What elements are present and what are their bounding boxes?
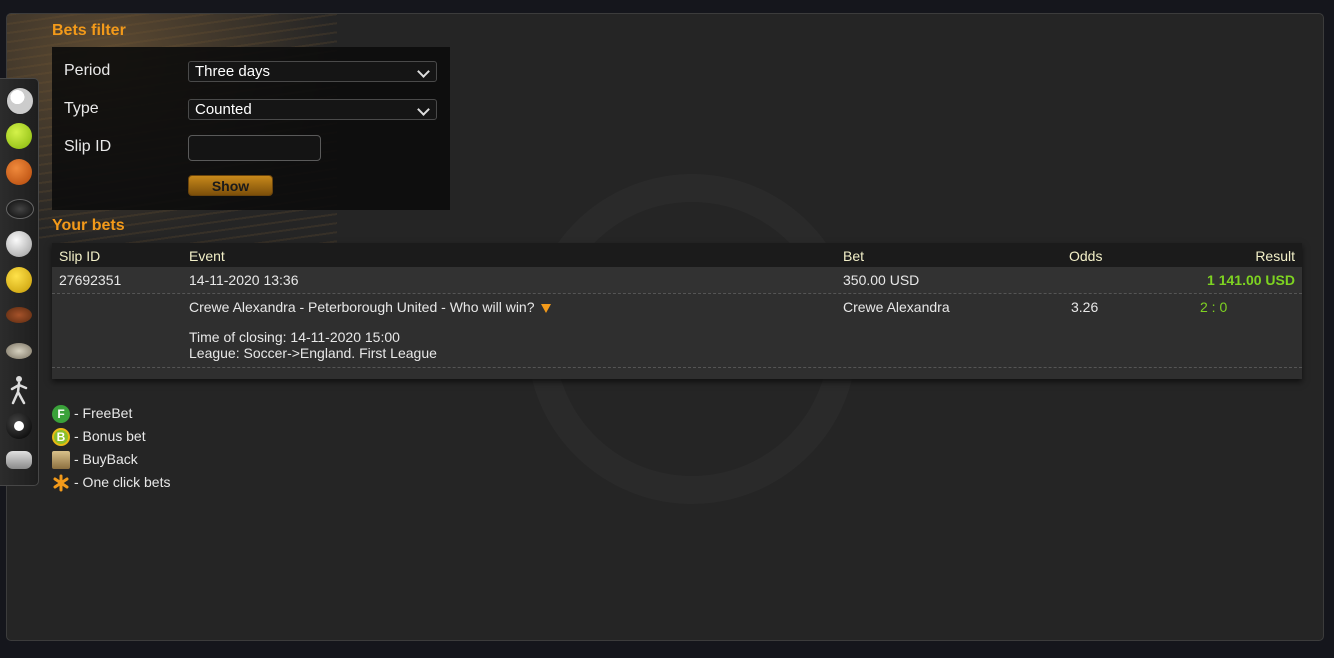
bets-table: Slip ID Event Bet Odds Result 27692351 1… xyxy=(52,243,1302,379)
period-label: Period xyxy=(64,62,111,79)
slip-id-input[interactable] xyxy=(188,135,321,161)
rugby-icon[interactable] xyxy=(6,343,32,359)
legend-buyback: - BuyBack xyxy=(52,449,138,470)
legend-freebet: F- FreeBet xyxy=(52,403,133,424)
soccer-icon[interactable] xyxy=(6,87,34,115)
bet-odds: 3.26 xyxy=(1071,299,1099,315)
league-info: League: Soccer->England. First League xyxy=(189,345,437,361)
column-result: Result xyxy=(1255,248,1295,264)
bet-date: 14-11-2020 13:36 xyxy=(189,272,299,288)
legend-label: - One click bets xyxy=(74,474,171,490)
expand-triangle-icon[interactable] xyxy=(540,303,551,313)
water-polo-icon[interactable] xyxy=(6,267,32,293)
bet-selection: Crewe Alexandra xyxy=(843,299,950,315)
volleyball-icon[interactable] xyxy=(6,231,32,257)
bet-amount: 350.00 USD xyxy=(843,272,920,288)
your-bets-title: Your bets xyxy=(52,217,125,234)
main-panel: Bets filter Period Three days Type Count… xyxy=(6,13,1324,641)
match-score: 2 : 0 xyxy=(1200,299,1228,315)
freebet-icon: F xyxy=(52,405,70,424)
athletics-icon[interactable] xyxy=(6,375,32,405)
billiards-icon[interactable] xyxy=(6,413,32,439)
buyback-icon xyxy=(52,451,70,470)
table-row[interactable]: 27692351 14-11-2020 13:36 350.00 USD 1 1… xyxy=(52,267,1302,293)
type-selected-value: Counted xyxy=(195,101,252,118)
legend-label: - FreeBet xyxy=(74,405,133,421)
bet-details-row: Crewe Alexandra - Peterborough United - … xyxy=(52,294,1302,366)
bet-result: 1 141.00 USD xyxy=(1207,272,1295,288)
legend-label: - Bonus bet xyxy=(74,428,146,444)
type-select[interactable]: Counted xyxy=(188,99,437,120)
slip-id-label: Slip ID xyxy=(64,138,112,155)
american-football-icon[interactable] xyxy=(6,307,32,323)
esports-gamepad-icon[interactable] xyxy=(6,451,32,469)
chevron-down-icon xyxy=(417,103,430,116)
row-divider xyxy=(52,367,1302,368)
sports-sidebar xyxy=(0,78,39,486)
legend-one-click: - One click bets xyxy=(52,472,170,492)
hockey-puck-icon[interactable] xyxy=(6,199,34,219)
tennis-icon[interactable] xyxy=(6,123,32,149)
column-slip-id: Slip ID xyxy=(59,248,101,264)
column-event: Event xyxy=(189,248,225,264)
event-line: Crewe Alexandra - Peterborough United - … xyxy=(189,299,551,315)
table-header: Slip ID Event Bet Odds Result xyxy=(52,243,1302,267)
legend-label: - BuyBack xyxy=(74,451,138,467)
show-button[interactable]: Show xyxy=(188,175,273,196)
legend-bonus: B- Bonus bet xyxy=(52,426,146,447)
slip-id-value: 27692351 xyxy=(59,272,122,288)
bets-filter-title: Bets filter xyxy=(52,22,126,39)
bets-filter-form: Period Three days Type Counted Slip ID S… xyxy=(52,47,450,210)
one-click-icon xyxy=(52,474,70,492)
basketball-icon[interactable] xyxy=(6,159,32,185)
column-odds: Odds xyxy=(1069,248,1103,264)
period-select[interactable]: Three days xyxy=(188,61,437,82)
event-name: Crewe Alexandra - Peterborough United - … xyxy=(189,299,535,315)
bonus-icon: B xyxy=(52,428,70,447)
period-selected-value: Three days xyxy=(195,63,271,80)
type-label: Type xyxy=(64,100,99,117)
chevron-down-icon xyxy=(417,65,430,78)
closing-time: Time of closing: 14-11-2020 15:00 xyxy=(189,329,400,345)
column-bet: Bet xyxy=(843,248,865,264)
